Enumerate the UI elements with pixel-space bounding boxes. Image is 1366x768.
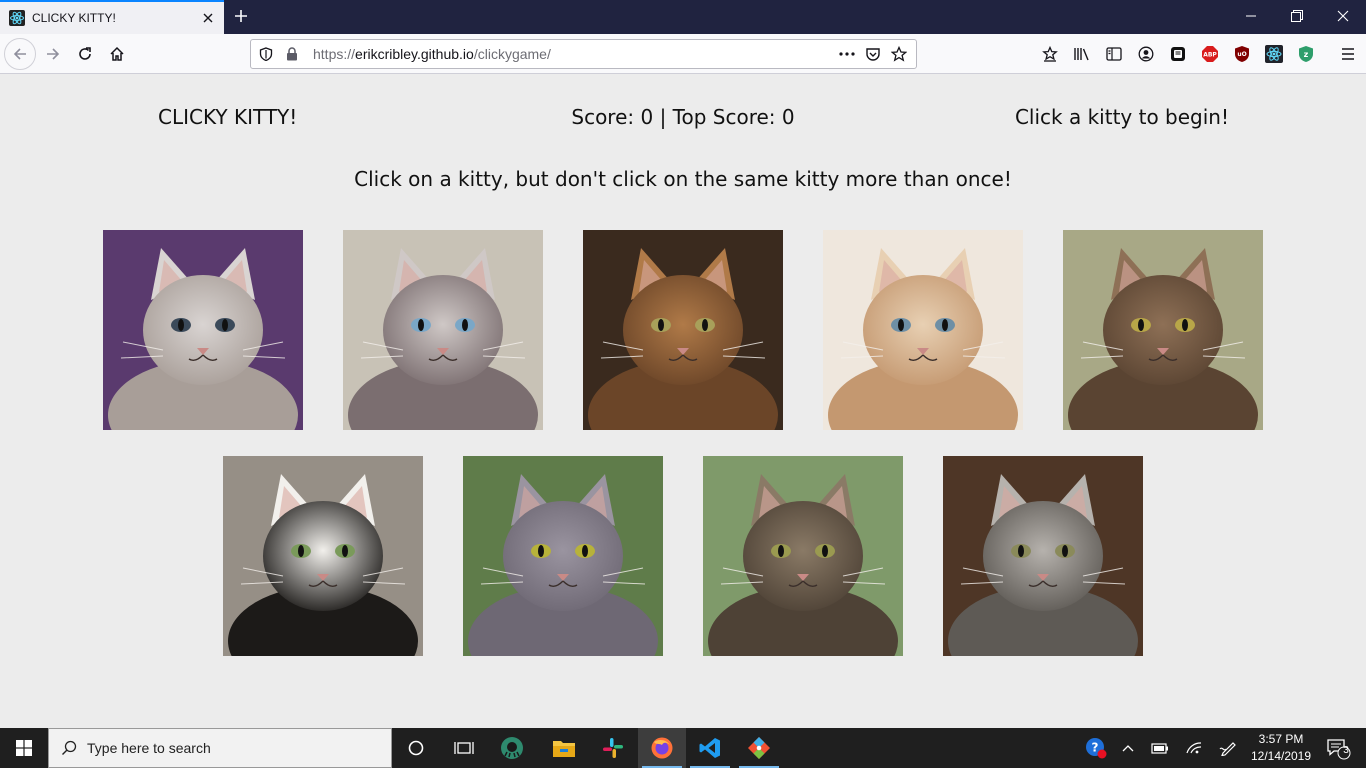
kitty-card-6[interactable] — [223, 456, 423, 656]
reload-icon[interactable] — [69, 38, 101, 70]
notification-count: 3 — [1343, 745, 1349, 756]
url-text[interactable]: https://erikcribley.github.io/clickygame… — [313, 46, 834, 62]
kitty-image — [343, 230, 543, 430]
vscode-icon[interactable] — [686, 728, 734, 768]
kitty-card-2[interactable] — [343, 230, 543, 430]
kitty-image — [583, 230, 783, 430]
clock[interactable]: 3:57 PM 12/14/2019 — [1248, 731, 1314, 765]
shield-extension-icon[interactable]: z — [1294, 42, 1318, 66]
tab-clicky-kitty[interactable]: CLICKY KITTY! — [0, 0, 224, 34]
kitty-card-5[interactable] — [1063, 230, 1263, 430]
windows-taskbar: Type here to search ? 3:57 PM 12/14/2019… — [0, 728, 1366, 768]
search-icon — [61, 740, 77, 756]
react-devtools-icon[interactable] — [1262, 42, 1286, 66]
taskbar-search-box[interactable]: Type here to search — [48, 728, 392, 768]
status-message: Click a kitty to begin! — [1014, 105, 1229, 129]
page-content: CLICKY KITTY! Score: 0 | Top Score: 0 Cl… — [0, 75, 1366, 728]
address-bar[interactable]: https://erikcribley.github.io/clickygame… — [250, 39, 917, 69]
url-prefix: https:// — [313, 46, 356, 62]
kitty-image — [223, 456, 423, 656]
slack-icon[interactable] — [589, 728, 637, 768]
close-tab-icon[interactable] — [200, 10, 216, 26]
kitty-image — [943, 456, 1143, 656]
navigation-toolbar: https://erikcribley.github.io/clickygame… — [0, 34, 1366, 74]
kitty-image — [703, 456, 903, 656]
forward-button[interactable] — [37, 38, 69, 70]
url-path: /clickygame/ — [473, 46, 551, 62]
wifi-icon[interactable] — [1180, 728, 1208, 768]
tracking-shield-icon[interactable] — [253, 41, 279, 67]
sidebar-icon[interactable] — [1102, 42, 1126, 66]
show-hidden-icons-chevron-icon[interactable] — [1116, 728, 1140, 768]
svg-text:?: ? — [1092, 741, 1099, 755]
back-button[interactable] — [4, 38, 36, 70]
firefox-taskbar-icon[interactable] — [638, 728, 686, 768]
gitkraken-icon[interactable] — [488, 728, 536, 768]
search-placeholder: Type here to search — [87, 740, 211, 756]
bookmark-star-icon[interactable] — [886, 41, 912, 67]
svg-text:uO: uO — [1237, 51, 1246, 58]
close-window-icon[interactable] — [1320, 0, 1366, 32]
notion-extension-icon[interactable] — [1166, 42, 1190, 66]
bookmarks-star-list-icon[interactable] — [1038, 42, 1062, 66]
kitty-card-8[interactable] — [703, 456, 903, 656]
kitty-card-4[interactable] — [823, 230, 1023, 430]
git-tool-icon[interactable] — [735, 728, 783, 768]
lock-icon[interactable] — [279, 41, 305, 67]
help-notification-icon[interactable]: ? — [1082, 728, 1110, 768]
kitty-card-1[interactable] — [103, 230, 303, 430]
file-explorer-icon[interactable] — [540, 728, 588, 768]
adblock-plus-icon[interactable]: ABP — [1198, 42, 1222, 66]
clock-date: 12/14/2019 — [1250, 749, 1312, 763]
pocket-icon[interactable] — [860, 41, 886, 67]
kitty-image — [103, 230, 303, 430]
account-icon[interactable] — [1134, 42, 1158, 66]
ublock-origin-icon[interactable]: uO — [1230, 42, 1254, 66]
page-actions-icon[interactable] — [834, 41, 860, 67]
battery-icon[interactable] — [1146, 728, 1174, 768]
minimize-window-icon[interactable] — [1228, 0, 1274, 32]
restore-window-icon[interactable] — [1274, 0, 1320, 32]
kitty-image — [463, 456, 663, 656]
kitty-card-3[interactable] — [583, 230, 783, 430]
windows-start-icon[interactable] — [0, 728, 48, 768]
task-view-icon[interactable] — [440, 728, 488, 768]
menu-hamburger-icon[interactable] — [1336, 42, 1360, 66]
kitty-card-9[interactable] — [943, 456, 1143, 656]
url-host: erikcribley.github.io — [355, 46, 474, 62]
game-header: CLICKY KITTY! Score: 0 | Top Score: 0 Cl… — [0, 105, 1366, 137]
kitty-image — [1063, 230, 1263, 430]
clock-time: 3:57 PM — [1258, 732, 1304, 746]
browser-tab-bar: CLICKY KITTY! — [0, 0, 1366, 34]
kitty-card-7[interactable] — [463, 456, 663, 656]
new-tab-icon[interactable] — [230, 5, 252, 27]
kitty-image — [823, 230, 1023, 430]
tab-title: CLICKY KITTY! — [32, 11, 116, 25]
react-favicon-icon — [9, 10, 25, 26]
action-center-icon[interactable]: 3 — [1318, 728, 1358, 768]
instructions-text: Click on a kitty, but don't click on the… — [354, 167, 1012, 191]
library-icon[interactable] — [1070, 42, 1094, 66]
cortana-icon[interactable] — [392, 728, 440, 768]
svg-text:z: z — [1304, 50, 1309, 59]
pen-ink-icon[interactable] — [1214, 728, 1242, 768]
svg-text:ABP: ABP — [1203, 52, 1217, 59]
home-icon[interactable] — [101, 38, 133, 70]
